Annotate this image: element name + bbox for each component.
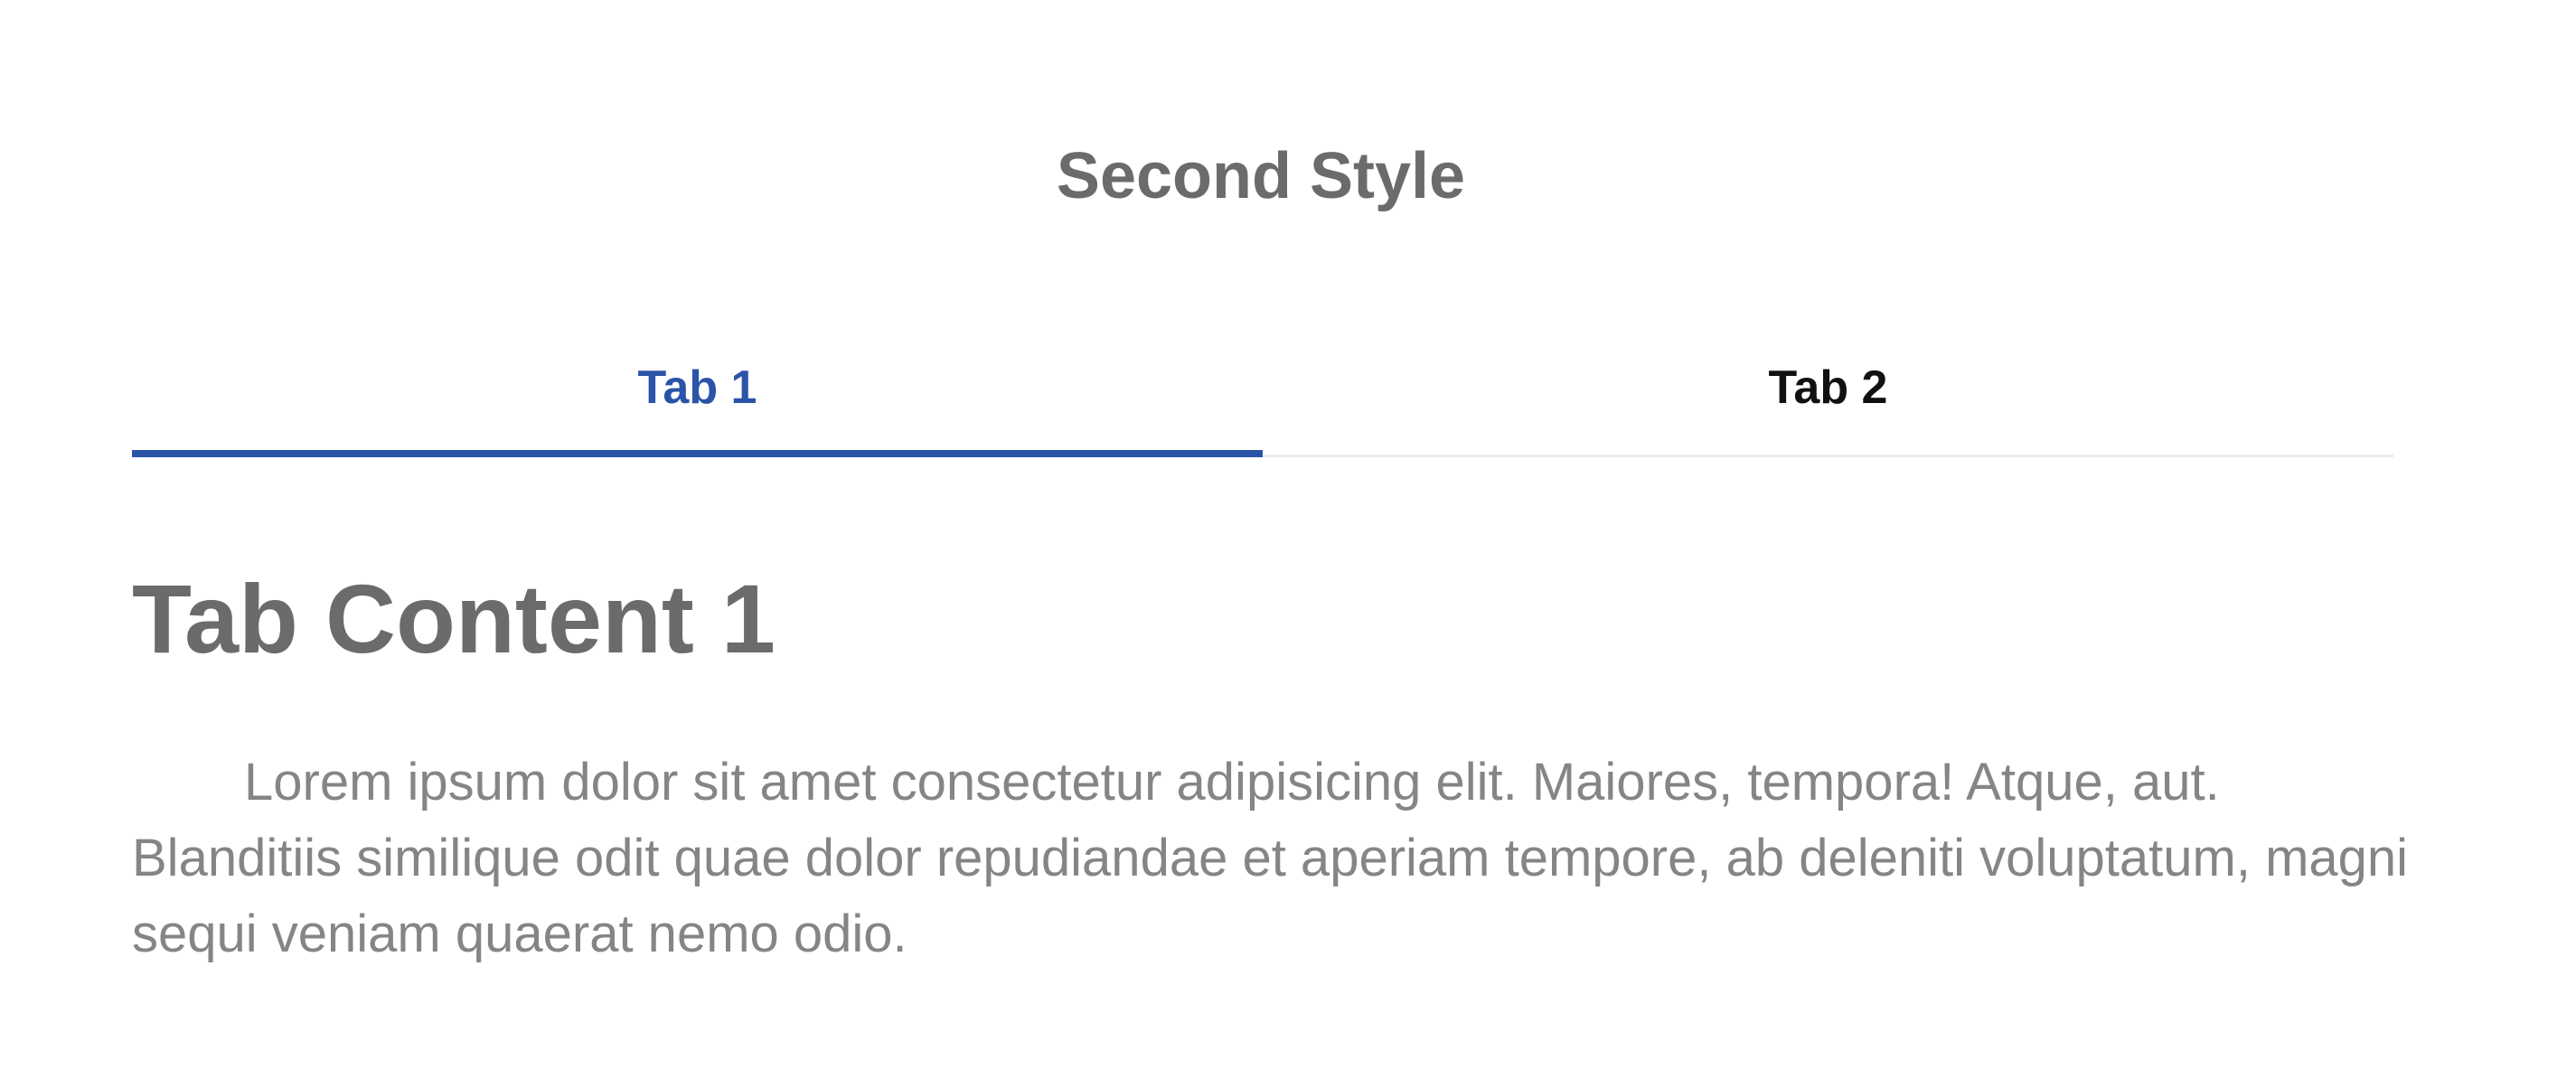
tab-content-title: Tab Content 1 <box>132 564 776 673</box>
tab-2[interactable]: Tab 2 <box>1263 342 2393 457</box>
tab-content-text: Lorem ipsum dolor sit amet consectetur a… <box>132 753 2409 963</box>
tab-bar: Tab 1 Tab 2 <box>132 342 2393 457</box>
page-title: Second Style <box>1056 140 1466 212</box>
tab-1[interactable]: Tab 1 <box>132 342 1263 457</box>
